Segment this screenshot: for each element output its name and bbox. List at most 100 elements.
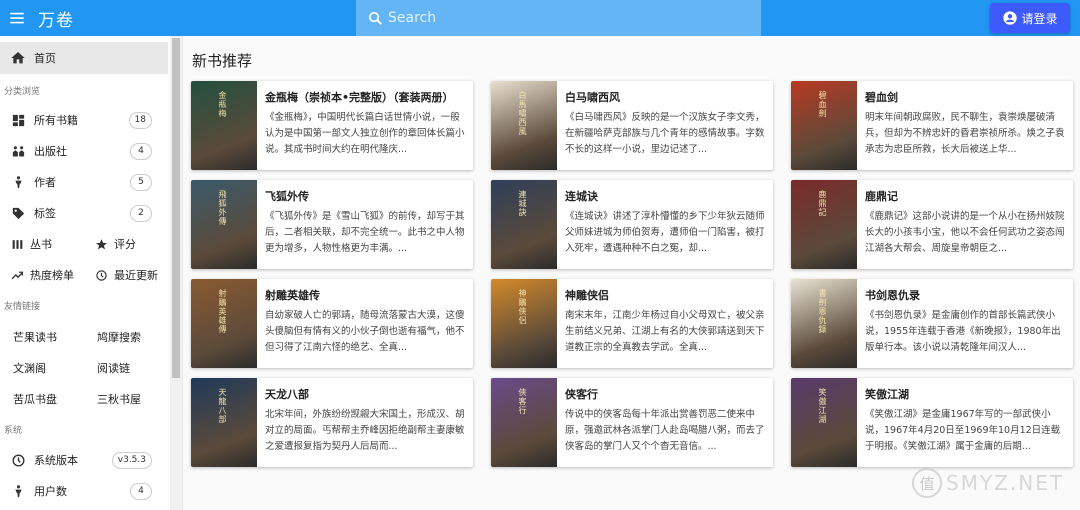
book-title[interactable]: 鹿鼎记	[865, 188, 1065, 204]
sidebar-item-all-books[interactable]: 所有书籍 18	[0, 107, 168, 133]
sidebar-item-users[interactable]: 用户数 4	[0, 478, 168, 504]
link-reading-chain[interactable]: 阅读链	[84, 352, 168, 383]
star-half-icon	[94, 237, 108, 251]
sidebar-pair-row: 热度榜单 最近更新	[0, 262, 168, 288]
book-description: 《白马啸西风》反映的是一个汉族女子李文秀，在新疆哈萨克部族与几个青年的感情故事。…	[565, 112, 765, 155]
book-card[interactable]: 白馬嘯西風 白马啸西风《白马啸西风》反映的是一个汉族女子李文秀，在新疆哈萨克部族与…	[491, 81, 773, 170]
book-cover[interactable]: 書劍恩仇錄	[791, 279, 857, 368]
book-info: 笑傲江湖 《笑傲江湖》是金庸1967年写的一部武侠小说，1967年4月20日至19…	[857, 378, 1073, 467]
book-cover[interactable]: 射鵰英雄傳	[191, 279, 257, 368]
book-title[interactable]: 天龙八部	[265, 386, 465, 402]
sidebar: 首页 分类浏览 所有书籍 18 出版社 4 作者 5 标签 2 丛书 评分 热度…	[0, 36, 183, 510]
book-title[interactable]: 神雕侠侣	[565, 287, 765, 303]
sidebar-item-version[interactable]: 系统版本 v3.5.3	[0, 447, 168, 473]
book-cover[interactable]: 飛狐外傳	[191, 180, 257, 269]
book-title[interactable]: 笑傲江湖	[865, 386, 1065, 402]
person-icon	[10, 174, 26, 190]
cover-title: 碧血劍	[818, 91, 827, 118]
book-cover[interactable]: 神鵰俠侶	[491, 279, 557, 368]
book-card[interactable]: 連城訣 连城诀 《连城诀》讲述了淳朴懵懂的乡下少年狄云随师父师妹进城为师伯贺寿，遭师…	[491, 180, 773, 269]
book-info: 金瓶梅（崇祯本•完整版）（套装两册） 《金瓶梅》，中国明代长篇白话世情小说，一般认…	[257, 81, 473, 170]
book-cover[interactable]: 白馬嘯西風	[491, 81, 557, 170]
book-description: 北宋年间，外族纷纷觊觎大宋国土，形成汉、胡对立的局面。丐帮帮主乔峰因拒绝副帮主妻…	[265, 409, 465, 452]
cover-title: 飛狐外傳	[218, 190, 227, 226]
sidebar-scrollbar[interactable]	[170, 36, 182, 510]
trending-icon	[10, 268, 24, 282]
login-button[interactable]: 请登录	[990, 3, 1070, 33]
sidebar-item-label: 最近更新	[114, 269, 158, 282]
book-title[interactable]: 书剑恩仇录	[865, 287, 1065, 303]
account-icon	[1003, 11, 1018, 25]
section-heading-links: 友情链接	[4, 302, 41, 312]
book-card[interactable]: 金瓶梅 金瓶梅（崇祯本•完整版）（套装两册） 《金瓶梅》，中国明代长篇白话世情小说，…	[191, 81, 473, 170]
sidebar-item-label: 丛书	[30, 238, 52, 251]
link-mango-reading[interactable]: 芒果读书	[0, 321, 84, 352]
book-title[interactable]: 射雕英雄传	[265, 287, 465, 303]
page-title: 新书推荐	[192, 52, 253, 70]
scrollbar-thumb[interactable]	[172, 38, 180, 378]
book-card[interactable]: 俠客行 侠客行传说中的侠客岛每十年派出赏善罚恶二使来中原，强邀武林各派掌门人赴岛喝…	[491, 378, 773, 467]
book-description: 明末年间朝政腐败，民不聊生，袁崇焕屡破清兵，但却为不辨忠奸的昏君崇祯所杀。焕之子…	[865, 112, 1065, 155]
version-badge: v3.5.3	[111, 451, 152, 469]
cover-title: 連城訣	[518, 190, 527, 217]
cover-title: 鹿鼎記	[818, 190, 827, 217]
sidebar-item-home[interactable]: 首页	[0, 42, 168, 74]
cover-title: 射鵰英雄傳	[218, 289, 227, 334]
book-description: 《书剑恩仇录》是金庸创作的首部长篇武侠小说，1955年连载于香港《新晚报》，19…	[865, 310, 1061, 353]
sidebar-item-label: 所有书籍	[34, 114, 78, 127]
book-card[interactable]: 書劍恩仇錄 书剑恩仇录《书剑恩仇录》是金庸创作的首部长篇武侠小说，1955年连载于…	[791, 279, 1073, 368]
sidebar-item-label: 首页	[34, 52, 56, 65]
tag-icon	[10, 205, 26, 221]
book-card[interactable]: 碧血劍 碧血剑明末年间朝政腐败，民不聊生，袁崇焕屡破清兵，但却为不辨忠奸的昏君崇祯…	[791, 81, 1073, 170]
book-card[interactable]: 天龍八部 天龙八部北宋年间，外族纷纷觊觎大宋国土，形成汉、胡对立的局面。丐帮帮主乔…	[191, 378, 473, 467]
sidebar-item-label: 用户数	[34, 485, 67, 498]
search-input[interactable]	[388, 10, 748, 26]
book-card[interactable]: 鹿鼎記 鹿鼎记《鹿鼎记》这部小说讲的是一个从小在扬州妓院长大的小孩韦小宝，他以不会…	[791, 180, 1073, 269]
book-card[interactable]: 射鵰英雄傳 射雕英雄传 自幼家破人亡的郭靖，随母流落蒙古大漠，这傻头傻脑但有情有义的…	[191, 279, 473, 368]
link-wenyuange[interactable]: 文渊阁	[0, 352, 84, 383]
book-cover[interactable]: 笑傲江湖	[791, 378, 857, 467]
home-icon	[11, 52, 25, 64]
book-title[interactable]: 侠客行	[565, 386, 765, 402]
book-card[interactable]: 笑傲江湖 笑傲江湖 《笑傲江湖》是金庸1967年写的一部武侠小说，1967年4月20…	[791, 378, 1073, 467]
book-cover[interactable]: 俠客行	[491, 378, 557, 467]
count-badge: 4	[130, 142, 152, 160]
sidebar-item-hot[interactable]: 热度榜单	[0, 262, 84, 288]
sidebar-item-rating[interactable]: 评分	[84, 231, 168, 257]
friend-links: 芒果读书 鸠摩搜索 文渊阁 阅读链 苦瓜书盘 三秋书屋	[0, 321, 168, 414]
sidebar-item-tags[interactable]: 标签 2	[0, 200, 168, 226]
book-title[interactable]: 飞狐外传	[265, 188, 465, 204]
link-kugua-bookshelf[interactable]: 苦瓜书盘	[0, 383, 84, 414]
person-icon	[10, 483, 26, 499]
cover-title: 笑傲江湖	[818, 388, 827, 424]
count-badge: 2	[130, 204, 152, 222]
sidebar-item-label: 系统版本	[34, 454, 78, 467]
book-description: 《鹿鼎记》这部小说讲的是一个从小在扬州妓院长大的小孩韦小宝，他以不会任何武功之姿…	[865, 211, 1065, 254]
book-cover[interactable]: 金瓶梅	[191, 81, 257, 170]
search-box[interactable]	[356, 0, 761, 36]
link-jiumo-search[interactable]: 鸠摩搜索	[84, 321, 168, 352]
sidebar-item-publishers[interactable]: 出版社 4	[0, 138, 168, 164]
menu-icon[interactable]	[4, 0, 30, 36]
book-card[interactable]: 飛狐外傳 飞狐外传 《飞狐外传》是《雪山飞狐》的前传，却写于其后，二者相关联，却不完…	[191, 180, 473, 269]
sidebar-item-recent[interactable]: 最近更新	[84, 262, 168, 288]
book-title[interactable]: 连城诀	[565, 188, 765, 204]
book-title[interactable]: 碧血剑	[865, 89, 1065, 105]
sidebar-item-authors[interactable]: 作者 5	[0, 169, 168, 195]
book-card[interactable]: 神鵰俠侶 神雕侠侣 南宋末年，江南少年杨过自小父母双亡，被父亲生前结义兄弟、江湖上有…	[491, 279, 773, 368]
book-cover[interactable]: 鹿鼎記	[791, 180, 857, 269]
book-cover[interactable]: 碧血劍	[791, 81, 857, 170]
sidebar-item-label: 标签	[34, 207, 56, 220]
sidebar-item-series[interactable]: 丛书	[0, 231, 84, 257]
book-cover[interactable]: 天龍八部	[191, 378, 257, 467]
book-description: 传说中的侠客岛每十年派出赏善罚恶二使来中原，强邀武林各派掌门人赴岛喝腊八粥，而去…	[565, 409, 765, 452]
app-title[interactable]: 万卷	[38, 6, 74, 31]
book-title[interactable]: 金瓶梅（崇祯本•完整版）（套装两册）	[265, 89, 465, 105]
sidebar-item-label: 出版社	[34, 145, 67, 158]
book-info: 射雕英雄传 自幼家破人亡的郭靖，随母流落蒙古大漠，这傻头傻脑但有情有义的小伙子倒也…	[257, 279, 473, 368]
book-info: 侠客行传说中的侠客岛每十年派出赏善罚恶二使来中原，强邀武林各派掌门人赴岛喝腊八粥…	[557, 378, 773, 467]
book-title[interactable]: 白马啸西风	[565, 89, 765, 105]
book-cover[interactable]: 連城訣	[491, 180, 557, 269]
search-icon	[368, 11, 382, 25]
link-sanqiu-bookhouse[interactable]: 三秋书屋	[84, 383, 168, 414]
